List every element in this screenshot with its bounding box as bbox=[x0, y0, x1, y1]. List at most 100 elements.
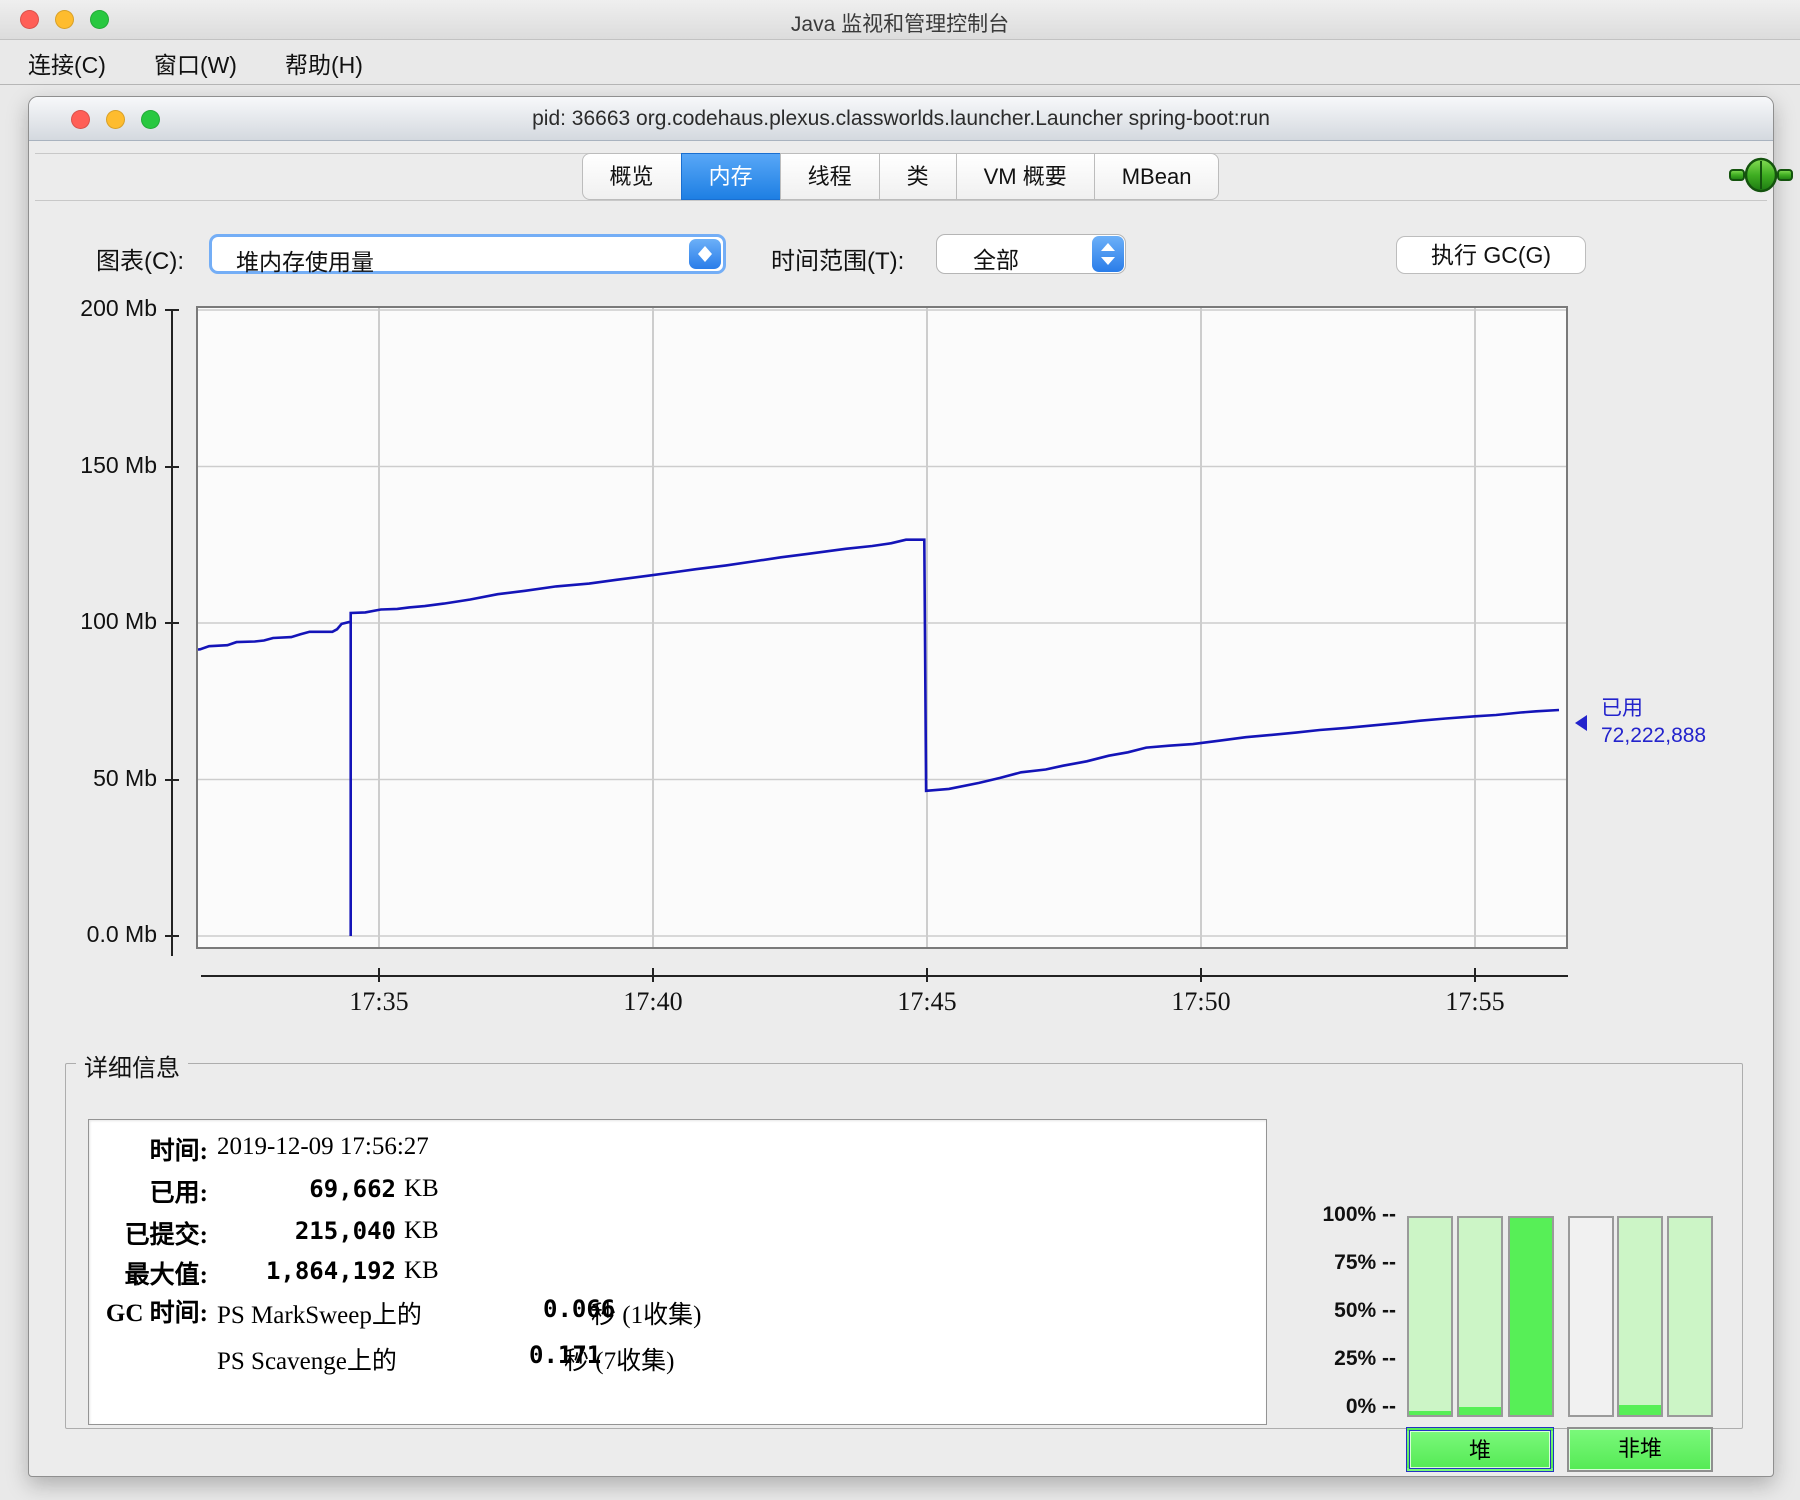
menu-bar: 连接(C) 窗口(W) 帮助(H) bbox=[0, 41, 1800, 85]
range-select-stepper-icon[interactable] bbox=[1092, 236, 1124, 272]
tab-类[interactable]: 类 bbox=[878, 153, 957, 200]
y-tick-label: 200 Mb bbox=[80, 295, 157, 321]
details-groupbox: 详细信息 时间: 2019-12-09 17:56:27 已用: 69,662 KB 已… bbox=[65, 1048, 1743, 1472]
app-title: Java 监视和管理控制台 bbox=[790, 13, 1010, 36]
detail-value: 秒 (7收集) bbox=[564, 1348, 675, 1375]
gauge-fill bbox=[1409, 1411, 1451, 1415]
gauge-tick-label: 25% -- bbox=[1334, 1347, 1396, 1370]
range-select-value: 全部 bbox=[973, 247, 1019, 273]
gauge-fill bbox=[1510, 1218, 1552, 1415]
detail-label: 已提交: bbox=[124, 1222, 208, 1249]
x-tick bbox=[1474, 968, 1476, 982]
tab-VM 概要[interactable]: VM 概要 bbox=[955, 153, 1095, 200]
outer-titlebar: Java 监视和管理控制台 bbox=[0, 0, 1800, 40]
x-tick-label: 17:40 bbox=[623, 987, 683, 1016]
y-tick bbox=[165, 309, 179, 311]
x-tick-label: 17:55 bbox=[1445, 987, 1505, 1016]
gauge-fill bbox=[1459, 1407, 1501, 1415]
x-tick bbox=[926, 968, 928, 982]
detail-value: 0.066 bbox=[543, 1295, 616, 1323]
annotation-label: 已用 bbox=[1601, 697, 1643, 720]
tab-线程[interactable]: 线程 bbox=[779, 153, 880, 200]
x-axis-line bbox=[201, 975, 1568, 977]
y-tick bbox=[165, 935, 179, 937]
connection-window: pid: 36663 org.codehaus.plexus.classworl… bbox=[28, 96, 1793, 1477]
heap-button[interactable]: 堆 bbox=[1406, 1427, 1554, 1472]
detail-value: 69,662 bbox=[309, 1175, 396, 1203]
detail-row: 最大值: 1,864,192 KB bbox=[89, 1255, 1266, 1295]
gauge-tick-label: 100% -- bbox=[1322, 1203, 1396, 1226]
inner-titlebar: pid: 36663 org.codehaus.plexus.classworl… bbox=[29, 97, 1773, 141]
y-tick bbox=[165, 622, 179, 624]
detail-value: KB bbox=[404, 1175, 439, 1202]
tab-strip-bottom-line bbox=[35, 200, 1767, 201]
y-axis-line bbox=[171, 311, 173, 956]
detail-value: PS MarkSweep上的 bbox=[217, 1302, 422, 1329]
detail-row: 已提交: 215,040 KB bbox=[89, 1215, 1266, 1255]
x-tick-label: 17:45 bbox=[897, 987, 957, 1016]
y-tick bbox=[165, 778, 179, 781]
chart-select-stepper-icon[interactable] bbox=[689, 239, 721, 269]
heap-usage-line-chart bbox=[190, 308, 1566, 947]
annotation-value: 72,222,888 bbox=[1601, 724, 1707, 747]
detail-value: 215,040 bbox=[294, 1217, 396, 1245]
menu-item-3[interactable]: 帮助(H) bbox=[275, 42, 373, 84]
tab-内存[interactable]: 内存 bbox=[680, 153, 781, 200]
detail-value: 0.171 bbox=[529, 1341, 602, 1369]
detail-value: PS Scavenge上的 bbox=[217, 1348, 397, 1375]
detail-value: KB bbox=[404, 1257, 439, 1284]
range-select[interactable]: 全部 bbox=[936, 234, 1126, 274]
gauge-tick-label: 50% -- bbox=[1334, 1299, 1396, 1322]
heap-bar-1 bbox=[1407, 1216, 1453, 1417]
details-panel: 时间: 2019-12-09 17:56:27 已用: 69,662 KB 已提交: 21… bbox=[88, 1119, 1267, 1425]
detail-label: 已用: bbox=[149, 1180, 208, 1207]
menu-item-1[interactable]: 连接(C) bbox=[18, 42, 116, 84]
x-tick-label: 17:35 bbox=[349, 987, 409, 1016]
details-title: 详细信息 bbox=[76, 1048, 188, 1083]
nonheap-bar-3 bbox=[1667, 1216, 1713, 1417]
gauge-tick-label: 75% -- bbox=[1334, 1251, 1396, 1274]
chart-select[interactable]: 堆内存使用量 bbox=[209, 234, 726, 275]
used-heap-series-line bbox=[190, 538, 1560, 936]
y-tick-label: 50 Mb bbox=[93, 764, 157, 791]
x-tick bbox=[652, 968, 654, 982]
heap-bar-2 bbox=[1457, 1216, 1503, 1417]
heap-usage-chart bbox=[190, 306, 1568, 949]
nonheap-button[interactable]: 非堆 bbox=[1567, 1427, 1713, 1472]
connected-plug-icon[interactable] bbox=[1729, 155, 1793, 195]
perform-gc-button[interactable]: 执行 GC(G) bbox=[1396, 236, 1586, 274]
detail-value: 1,864,192 bbox=[265, 1257, 396, 1285]
detail-value: KB bbox=[404, 1217, 439, 1244]
range-select-label: 时间范围(T): bbox=[771, 248, 905, 275]
chart-select-value: 堆内存使用量 bbox=[236, 249, 374, 275]
heap-bar-3 bbox=[1508, 1216, 1554, 1417]
detail-value: 2019-12-09 17:56:27 bbox=[217, 1133, 429, 1160]
tab-MBean[interactable]: MBean bbox=[1093, 153, 1220, 200]
x-tick bbox=[378, 968, 380, 982]
detail-row: PS Scavenge上的 0.171 秒 (7收集) bbox=[89, 1339, 1266, 1379]
tab-概览[interactable]: 概览 bbox=[581, 153, 682, 200]
menu-item-2[interactable]: 窗口(W) bbox=[144, 42, 247, 84]
detail-value: 秒 (1收集) bbox=[591, 1302, 702, 1329]
y-tick bbox=[165, 465, 179, 468]
connection-title: pid: 36663 org.codehaus.plexus.classworl… bbox=[532, 107, 1270, 130]
detail-row: 已用: 69,662 KB bbox=[89, 1173, 1266, 1213]
y-tick-label: 0.0 Mb bbox=[86, 921, 157, 947]
nonheap-bar-2 bbox=[1617, 1216, 1663, 1417]
x-tick-label: 17:50 bbox=[1171, 987, 1231, 1016]
chart-select-label: 图表(C): bbox=[96, 248, 184, 275]
detail-label: 时间: bbox=[149, 1138, 208, 1165]
jconsole-app: Java 监视和管理控制台 连接(C) 窗口(W) 帮助(H) pid: 36663… bbox=[0, 0, 1800, 1500]
detail-label: GC 时间: bbox=[105, 1300, 208, 1327]
y-tick-label: 100 Mb bbox=[80, 608, 157, 634]
annotation-arrow-icon bbox=[1575, 715, 1587, 731]
tab-bar: 概览 内存 线程类 VM 概要 MBean bbox=[29, 153, 1773, 200]
y-tick-label: 150 Mb bbox=[80, 451, 157, 478]
gauge-fill bbox=[1619, 1405, 1661, 1415]
x-tick bbox=[1200, 968, 1202, 982]
detail-row: GC 时间: PS MarkSweep上的 0.066 秒 (1收集) bbox=[89, 1293, 1266, 1333]
gauge-tick-label: 0% -- bbox=[1345, 1395, 1396, 1418]
detail-label: 最大值: bbox=[124, 1262, 208, 1289]
nonheap-bar-1 bbox=[1568, 1216, 1614, 1417]
detail-row: 时间: 2019-12-09 17:56:27 bbox=[89, 1131, 1266, 1171]
